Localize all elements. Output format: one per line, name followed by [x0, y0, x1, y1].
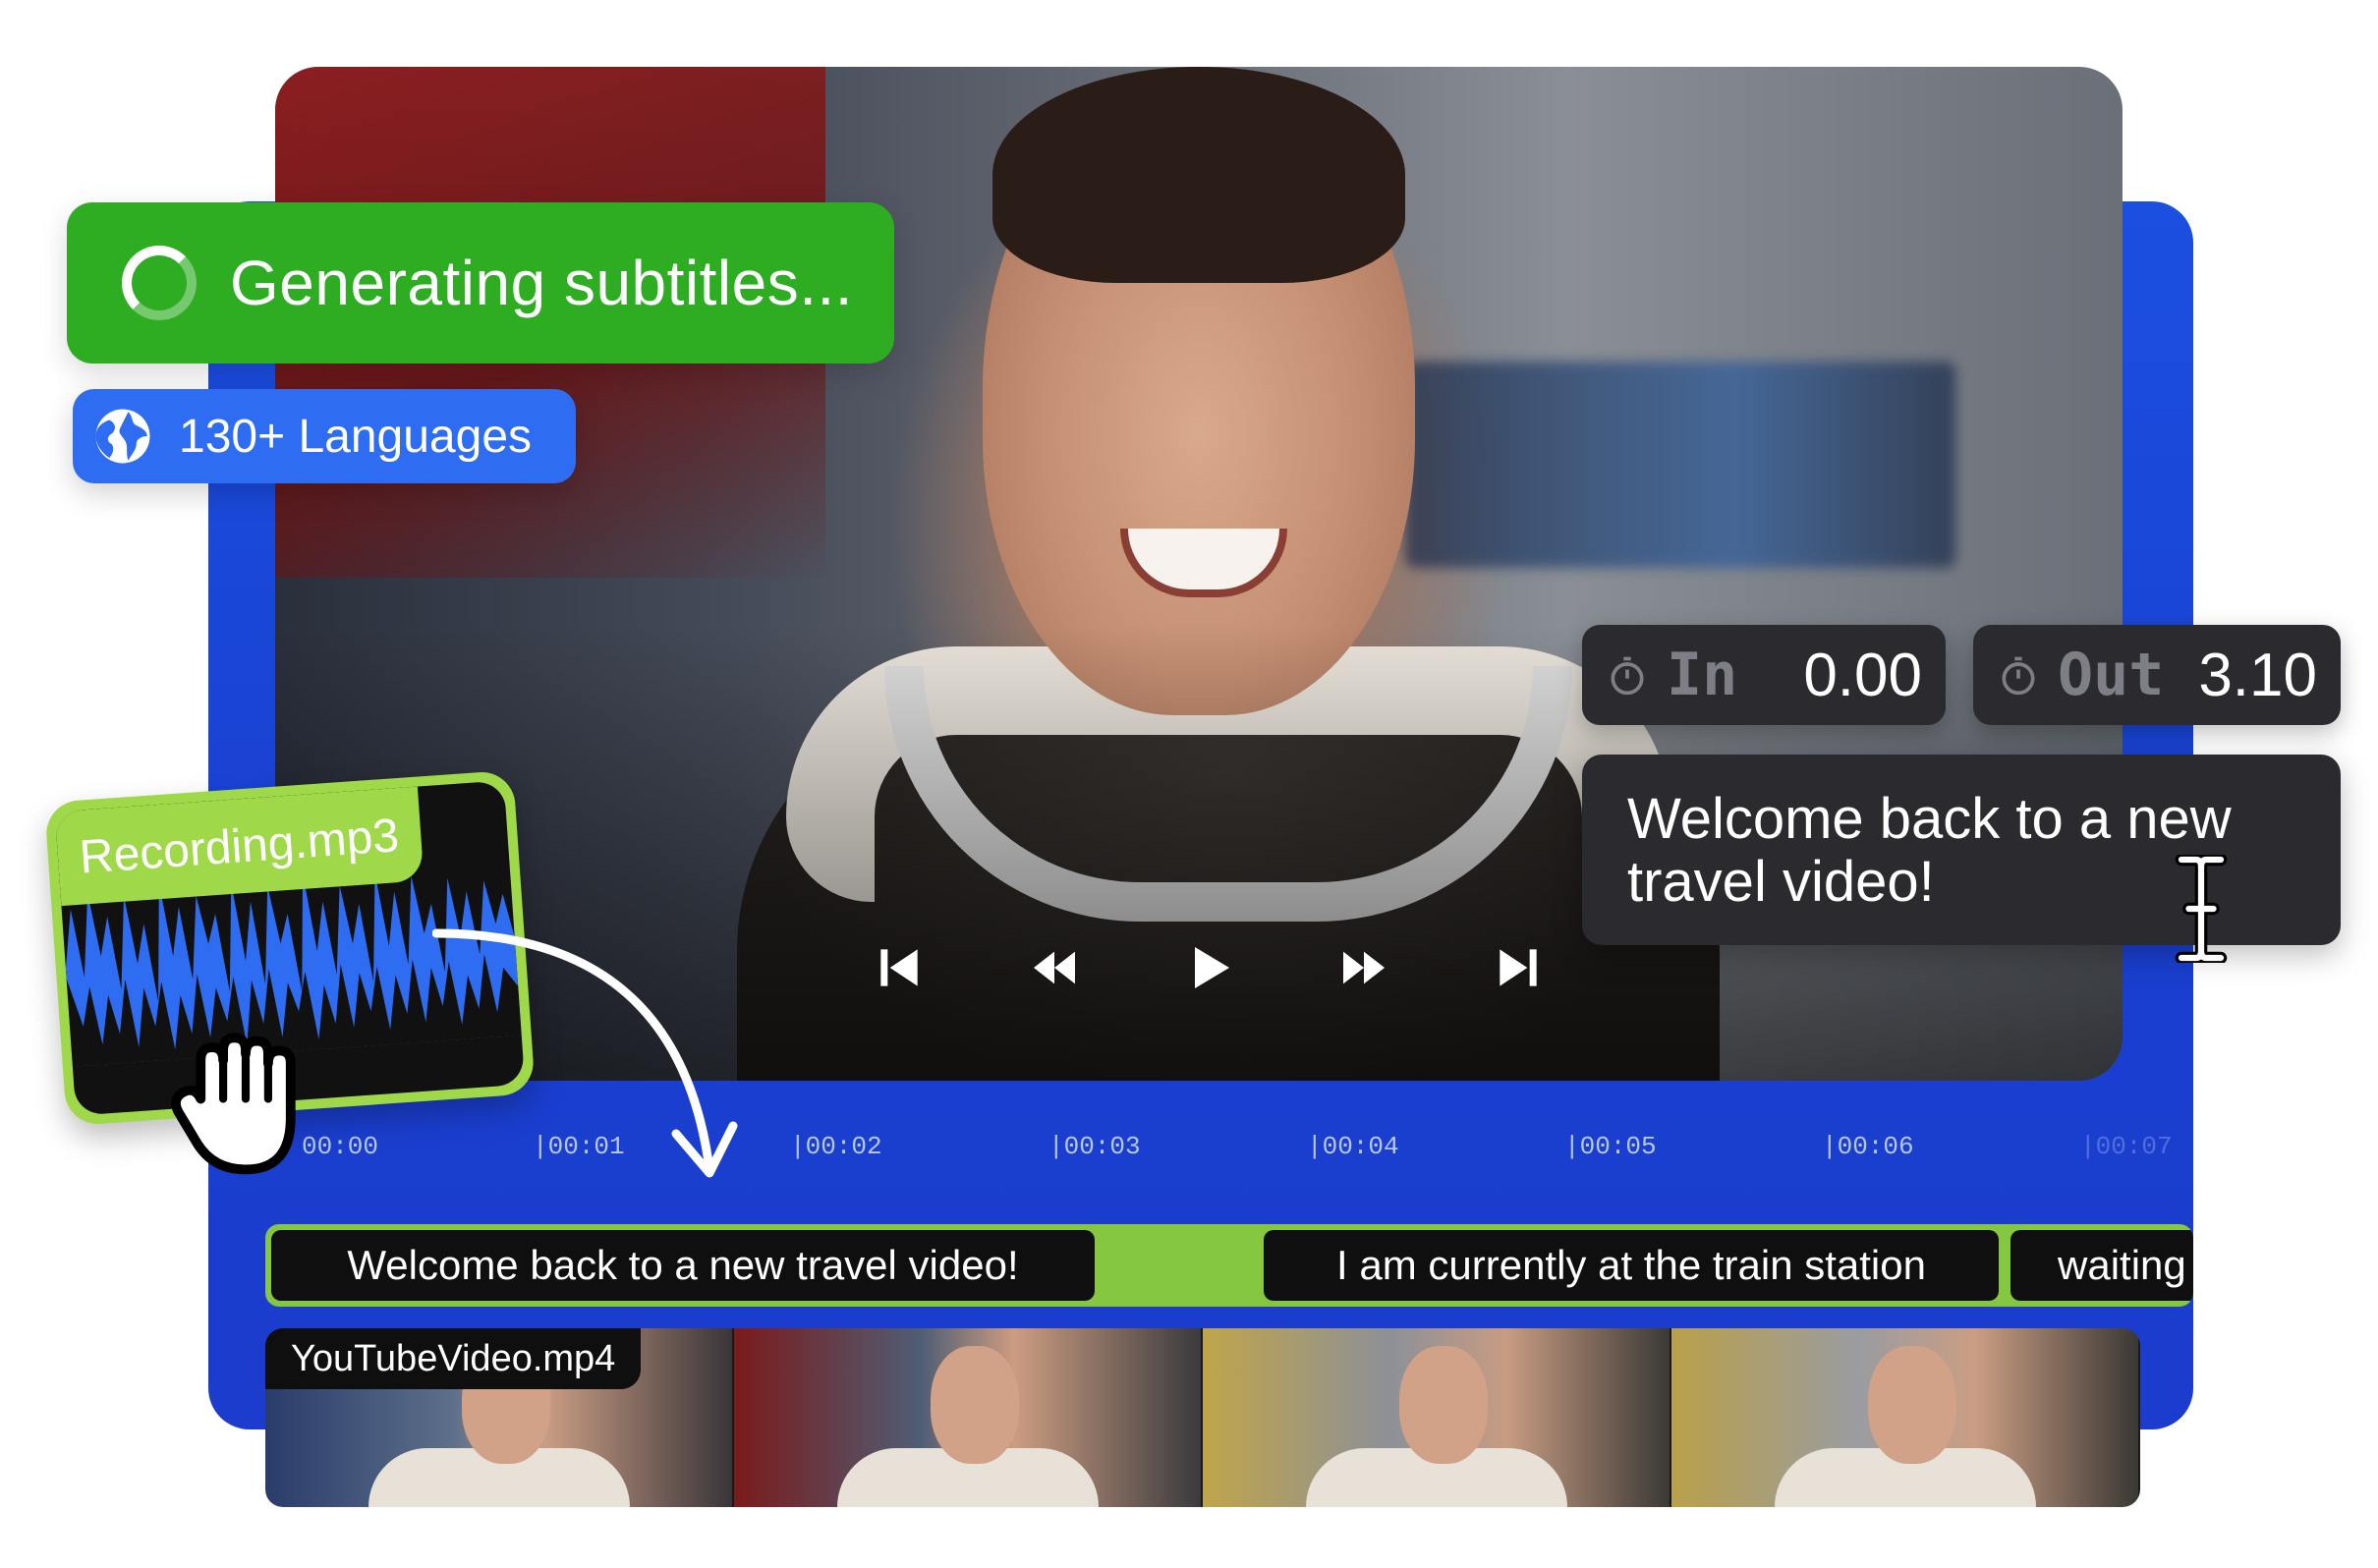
text-cursor-icon	[2175, 855, 2228, 963]
status-text: Generating subtitles...	[230, 248, 854, 318]
video-thumbnail	[1203, 1328, 1671, 1507]
rewind-button[interactable]	[1020, 933, 1089, 1002]
languages-text: 130+ Languages	[179, 410, 533, 463]
fast-forward-button[interactable]	[1330, 933, 1398, 1002]
stopwatch-icon	[1611, 656, 1644, 696]
in-label: In	[1667, 641, 1738, 709]
timeline-tick: |00:04	[1307, 1132, 1399, 1161]
subtitle-track[interactable]: Welcome back to a new travel video! I am…	[265, 1224, 2193, 1307]
timeline-tick: |00:06	[1822, 1132, 1914, 1161]
out-time-field[interactable]: Out 3.10	[1973, 625, 2341, 725]
in-value: 0.00	[1803, 641, 1922, 709]
timeline-tick: |00:02	[790, 1132, 882, 1161]
out-value: 3.10	[2198, 641, 2317, 709]
globe-icon	[95, 409, 150, 464]
skip-back-button[interactable]	[865, 933, 934, 1002]
skip-forward-button[interactable]	[1484, 933, 1553, 1002]
out-label: Out	[2058, 641, 2165, 709]
video-track-label: YouTubeVideo.mp4	[265, 1328, 642, 1389]
timeline-tick: |00:03	[1048, 1132, 1141, 1161]
generating-status: Generating subtitles...	[67, 202, 894, 364]
stopwatch-icon	[2002, 656, 2035, 696]
curved-arrow-icon	[432, 928, 738, 1178]
video-thumbnail	[734, 1328, 1203, 1507]
rewind-icon	[1033, 951, 1075, 984]
video-thumbnail	[1671, 1328, 2140, 1507]
skip-back-icon	[880, 949, 918, 986]
subtitle-clip[interactable]: Welcome back to a new travel video!	[271, 1230, 1095, 1301]
skip-forward-icon	[1500, 949, 1537, 986]
play-button[interactable]	[1174, 933, 1243, 1002]
playback-controls	[865, 933, 1553, 1002]
subtitle-clip[interactable]: I am currently at the train station	[1264, 1230, 1999, 1301]
play-icon	[1195, 947, 1229, 988]
languages-badge[interactable]: 130+ Languages	[73, 389, 576, 483]
loading-spinner-icon	[122, 246, 197, 320]
timeline-tick: |00:05	[1564, 1132, 1657, 1161]
fast-forward-icon	[1342, 951, 1385, 984]
subtitle-clip[interactable]: waiting	[2010, 1230, 2193, 1301]
grab-hand-icon	[171, 1033, 296, 1175]
timeline-tick: |00:07	[2080, 1132, 2173, 1161]
in-time-field[interactable]: In 0.00	[1582, 625, 1946, 725]
